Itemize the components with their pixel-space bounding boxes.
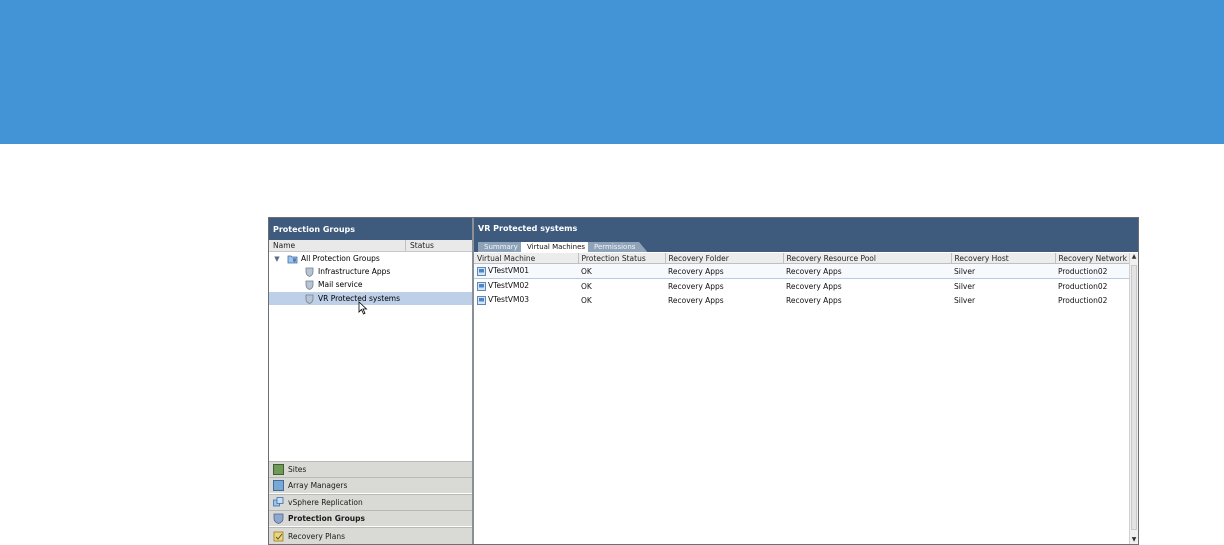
nav-vsphere-replication[interactable]: vSphere Replication (269, 494, 472, 510)
tree-item-label: Mail service (318, 280, 363, 289)
shield-icon (305, 294, 314, 304)
right-panel-title: VR Protected systems (474, 218, 1138, 239)
cell-recovery-resource-pool: Recovery Apps (786, 281, 842, 291)
tab-bar: Summary Virtual Machines Permissions (474, 239, 1138, 252)
table-header-row: Virtual Machine Protection Status Recove… (474, 253, 1131, 264)
mouse-cursor-icon (358, 301, 368, 315)
cell-recovery-host: Silver (954, 281, 976, 291)
left-panel-title: Protection Groups (269, 218, 472, 240)
nav-recovery-plans[interactable]: Recovery Plans (269, 527, 472, 544)
expand-arrow-icon[interactable]: ▼ (273, 255, 281, 263)
vm-icon (477, 295, 486, 305)
tree-item-mail-service[interactable]: Mail service (269, 278, 472, 291)
top-banner (0, 0, 1224, 144)
nav-label: Sites (288, 465, 307, 474)
srm-window: Protection Groups Name Status ▼ All Prot… (268, 217, 1139, 545)
nav-protection-groups[interactable]: Protection Groups (269, 510, 472, 526)
tree-column-name[interactable]: Name (269, 240, 406, 251)
cell-recovery-network: Production02 (1058, 281, 1108, 291)
nav-label: Recovery Plans (288, 531, 346, 541)
cell-recovery-host: Silver (954, 295, 976, 305)
cell-protection-status: OK (581, 281, 592, 291)
column-header-recovery-resource-pool[interactable]: Recovery Resource Pool (783, 253, 952, 264)
cell-virtual-machine: VTestVM03 (474, 293, 578, 307)
table-row[interactable]: VTestVM01 OK Recovery Apps Recovery Apps… (474, 263, 1130, 279)
table-row[interactable]: VTestVM02 OK Recovery Apps Recovery Apps… (474, 279, 1130, 294)
tree-column-headers: Name Status (269, 240, 472, 252)
vm-name: VTestVM02 (488, 281, 530, 291)
vm-table: Virtual Machine Protection Status Recove… (474, 253, 1131, 307)
column-header-recovery-host[interactable]: Recovery Host (951, 253, 1056, 264)
cell-protection-status: OK (578, 263, 665, 279)
tab-virtual-machines[interactable]: Virtual Machines (521, 242, 592, 252)
cell-recovery-folder: Recovery Apps (668, 295, 724, 305)
cell-recovery-folder: Recovery Apps (665, 263, 783, 279)
tree-item-label: All Protection Groups (301, 254, 380, 263)
table-row[interactable]: VTestVM03 OK Recovery Apps Recovery Apps… (474, 293, 1130, 307)
tree-item-label: Infrastructure Apps (318, 267, 391, 276)
shield-icon (305, 267, 314, 277)
scroll-down-arrow-icon[interactable]: ▼ (1130, 536, 1138, 544)
protection-groups-folder-icon (287, 255, 298, 264)
vm-icon (477, 281, 486, 291)
shield-icon (305, 280, 314, 290)
cell-virtual-machine: VTestVM02 (474, 279, 578, 294)
column-header-virtual-machine[interactable]: Virtual Machine (474, 253, 579, 264)
vm-icon (477, 266, 486, 276)
nav-label: Array Managers (288, 481, 348, 490)
scrollbar-thumb[interactable] (1131, 265, 1137, 530)
nav-label: Protection Groups (288, 514, 365, 523)
cell-recovery-resource-pool: Recovery Apps (786, 295, 842, 305)
tab-summary[interactable]: Summary (478, 242, 524, 252)
cell-recovery-network: Production02 (1058, 295, 1108, 305)
nav-array-managers[interactable]: Array Managers (269, 477, 472, 493)
column-header-recovery-folder[interactable]: Recovery Folder (665, 253, 784, 264)
cell-recovery-network: Production02 (1055, 263, 1130, 279)
right-panel: VR Protected systems Summary Virtual Mac… (474, 218, 1138, 544)
vm-name: VTestVM03 (488, 295, 530, 305)
array-managers-icon (273, 480, 284, 491)
cell-recovery-host: Silver (951, 263, 1055, 279)
tree-item-all-protection-groups[interactable]: ▼ All Protection Groups (269, 252, 472, 265)
vsphere-replication-icon (273, 497, 284, 507)
cell-recovery-resource-pool: Recovery Apps (783, 263, 951, 279)
shield-icon (273, 513, 284, 524)
recovery-plans-icon (273, 531, 284, 541)
tree-column-status[interactable]: Status (406, 240, 434, 251)
vm-name: VTestVM01 (488, 266, 530, 276)
column-header-recovery-network[interactable]: Recovery Network (1055, 253, 1131, 264)
column-header-protection-status[interactable]: Protection Status (578, 253, 666, 264)
tab-permissions[interactable]: Permissions (588, 242, 648, 252)
vertical-scrollbar[interactable]: ▲ ▼ (1129, 253, 1138, 544)
tree-item-infrastructure-apps[interactable]: Infrastructure Apps (269, 265, 472, 278)
nav-sites[interactable]: Sites (269, 461, 472, 477)
tree-item-vr-protected-systems[interactable]: VR Protected systems (269, 292, 472, 305)
cell-protection-status: OK (581, 295, 592, 305)
cell-virtual-machine: VTestVM01 (474, 263, 578, 279)
scroll-up-arrow-icon[interactable]: ▲ (1130, 253, 1138, 261)
left-panel: Protection Groups Name Status ▼ All Prot… (269, 218, 474, 544)
cell-recovery-folder: Recovery Apps (668, 281, 724, 291)
sites-icon (273, 464, 284, 475)
nav-label: vSphere Replication (288, 498, 363, 507)
